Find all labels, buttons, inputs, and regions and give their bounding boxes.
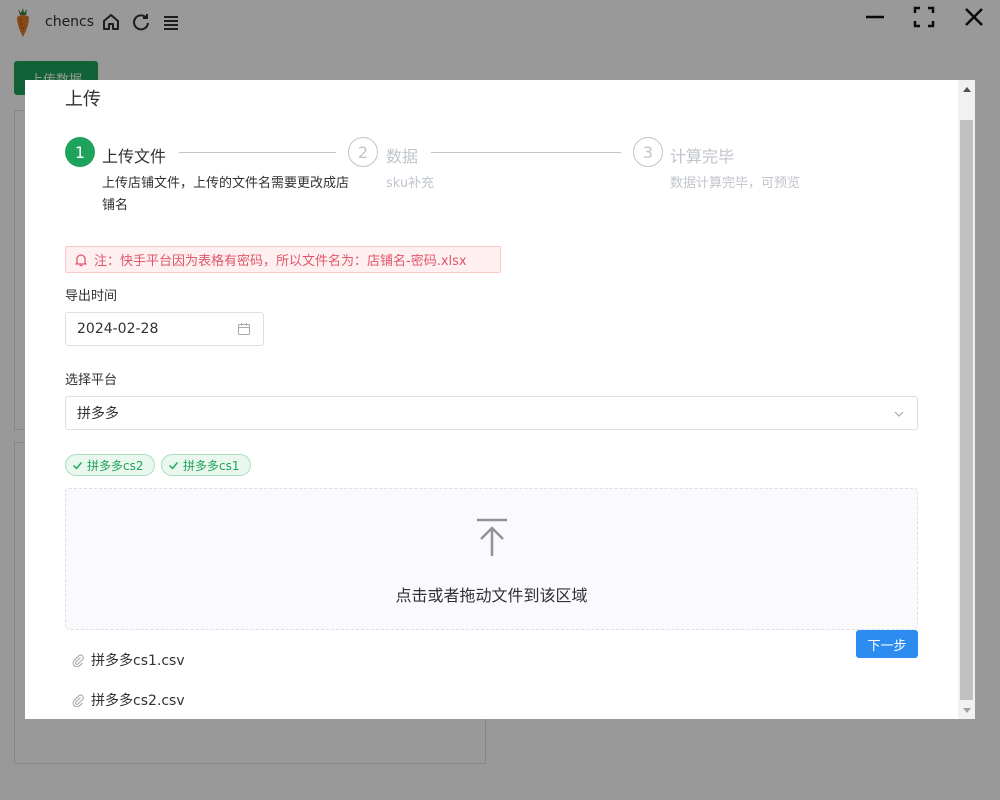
step-1-connector bbox=[179, 152, 336, 153]
step-3-title: 计算完毕 bbox=[670, 147, 735, 166]
alert-text: 注：快手平台因为表格有密码，所以文件名为：店铺名-密码.xlsx bbox=[94, 254, 467, 269]
platform-select[interactable]: 拼多多 bbox=[65, 396, 918, 430]
dialog-scrollbar[interactable] bbox=[958, 80, 975, 719]
bell-icon bbox=[74, 253, 88, 267]
export-time-label: 导出时间 bbox=[65, 289, 118, 304]
upload-dialog: 上传 1 上传文件 上传店铺文件，上传的文件名需要更改成店铺名 2 数据 sku… bbox=[25, 80, 975, 719]
check-icon bbox=[72, 460, 83, 471]
step-2-title: 数据 bbox=[386, 147, 419, 166]
step-2-circle: 2 bbox=[348, 137, 378, 167]
file-name: 拼多多cs2.csv bbox=[91, 693, 185, 709]
export-date-value: 2024-02-28 bbox=[77, 321, 159, 337]
scroll-down-arrow-icon[interactable] bbox=[958, 702, 975, 719]
tag-label: 拼多多cs2 bbox=[87, 458, 144, 473]
step-1-title: 上传文件 bbox=[102, 147, 167, 166]
step-1-circle: 1 bbox=[65, 137, 95, 167]
scroll-up-arrow-icon[interactable] bbox=[958, 80, 975, 97]
platform-tag[interactable]: 拼多多cs2 bbox=[65, 454, 155, 476]
file-list-item[interactable]: 拼多多cs2.csv bbox=[72, 690, 185, 710]
step-1-description: 上传店铺文件，上传的文件名需要更改成店铺名 bbox=[102, 176, 350, 213]
step-2-description: sku补充 bbox=[386, 176, 435, 191]
calendar-icon bbox=[237, 322, 251, 340]
step-3-description: 数据计算完毕，可预览 bbox=[670, 176, 801, 191]
step-3-circle: 3 bbox=[633, 137, 663, 167]
paperclip-icon bbox=[72, 694, 85, 707]
dialog-title: 上传 bbox=[65, 89, 101, 110]
file-list-item[interactable]: 拼多多cs1.csv bbox=[72, 650, 185, 670]
step-2-connector bbox=[431, 152, 621, 153]
platform-tag[interactable]: 拼多多cs1 bbox=[161, 454, 251, 476]
tag-label: 拼多多cs1 bbox=[183, 458, 240, 473]
scrollbar-thumb[interactable] bbox=[960, 120, 973, 700]
file-name: 拼多多cs1.csv bbox=[91, 653, 185, 669]
chevron-down-icon bbox=[893, 408, 905, 424]
file-dropzone[interactable]: 点击或者拖动文件到该区域 bbox=[65, 488, 918, 630]
upload-arrow-icon bbox=[475, 518, 509, 562]
platform-value: 拼多多 bbox=[77, 406, 119, 422]
dropzone-text: 点击或者拖动文件到该区域 bbox=[395, 586, 588, 605]
paperclip-icon bbox=[72, 654, 85, 667]
export-date-picker[interactable]: 2024-02-28 bbox=[65, 312, 264, 346]
warning-alert: 注：快手平台因为表格有密码，所以文件名为：店铺名-密码.xlsx bbox=[65, 246, 501, 273]
platform-label: 选择平台 bbox=[65, 373, 118, 388]
next-step-button[interactable]: 下一步 bbox=[856, 630, 918, 658]
check-icon bbox=[168, 460, 179, 471]
